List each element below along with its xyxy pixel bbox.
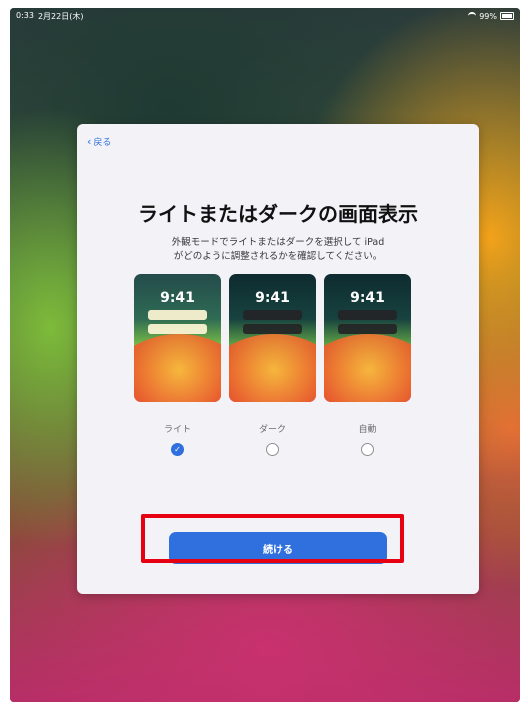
preview-wallpaper-wave — [324, 334, 411, 402]
wifi-icon — [468, 12, 477, 20]
highlight-box — [141, 514, 404, 563]
status-bar: 0:33 2月22日(木) 99% — [10, 8, 520, 24]
radio-icon[interactable] — [266, 443, 279, 456]
page-subtitle: 外観モードでライトまたはダークを選択して iPad がどのように調整されるかを確… — [77, 236, 479, 264]
subtitle-line-1: 外観モードでライトまたはダークを選択して iPad — [171, 237, 385, 248]
status-time: 0:33 — [16, 10, 34, 20]
preview-clock: 9:41 — [350, 290, 385, 306]
option-dark[interactable]: ダーク — [229, 422, 316, 456]
device-screen: 0:33 2月22日(木) 99% ‹ 戻る ライトまたはダークの画面表示 外観… — [10, 8, 520, 702]
battery-percent: 99% — [479, 11, 497, 21]
page-title: ライトまたはダークの画面表示 — [138, 202, 418, 226]
notification-bar — [338, 324, 397, 334]
appearance-options: ライト ✓ ダーク 自動 — [134, 422, 411, 456]
notification-bar — [148, 310, 207, 320]
preview-auto[interactable]: 9:41 — [324, 274, 411, 402]
chevron-left-icon: ‹ — [87, 134, 92, 148]
option-light[interactable]: ライト ✓ — [134, 422, 221, 456]
preview-wallpaper-wave — [134, 334, 221, 402]
notification-bar — [243, 324, 302, 334]
option-auto[interactable]: 自動 — [324, 422, 411, 456]
notification-bar — [243, 310, 302, 320]
option-label: ライト — [163, 425, 191, 435]
back-label: 戻る — [93, 138, 112, 148]
preview-dark[interactable]: 9:41 — [229, 274, 316, 402]
preview-wallpaper-wave — [229, 334, 316, 402]
preview-clock: 9:41 — [160, 290, 195, 306]
option-label: 自動 — [358, 425, 377, 435]
radio-icon[interactable] — [361, 443, 374, 456]
preview-clock: 9:41 — [255, 290, 290, 306]
checkmark-radio-icon[interactable]: ✓ — [171, 443, 184, 456]
subtitle-line-2: がどのように調整されるかを確認してください。 — [173, 251, 383, 262]
notification-bar — [338, 310, 397, 320]
option-label: ダーク — [258, 425, 286, 435]
notification-bar — [148, 324, 207, 334]
back-button[interactable]: ‹ 戻る — [87, 134, 112, 149]
appearance-previews: 9:41 9:41 9:41 — [134, 274, 411, 402]
status-date: 2月22日(木) — [37, 11, 84, 21]
preview-light[interactable]: 9:41 — [134, 274, 221, 402]
battery-icon — [500, 12, 514, 20]
